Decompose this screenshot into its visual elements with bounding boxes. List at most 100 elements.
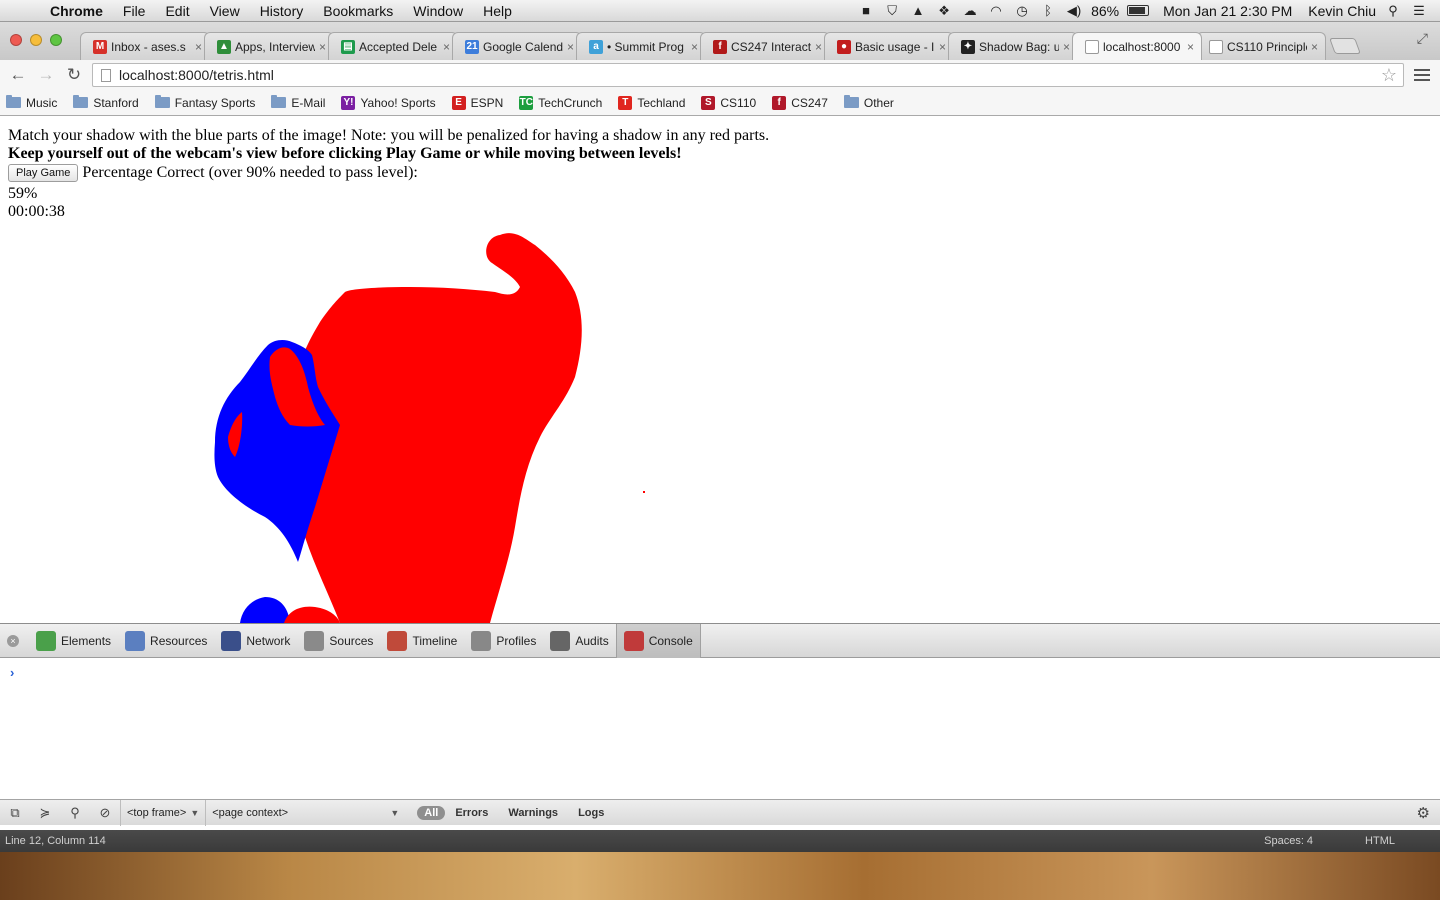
- time-machine-icon[interactable]: ◷: [1013, 3, 1031, 18]
- menu-history[interactable]: History: [250, 3, 314, 19]
- tab-close-icon[interactable]: ×: [319, 40, 326, 54]
- bookmark-item[interactable]: Fantasy Sports: [154, 95, 255, 110]
- address-bar[interactable]: localhost:8000/tetris.html ☆: [92, 63, 1404, 87]
- settings-gear-icon[interactable]: ⚙: [1417, 804, 1430, 822]
- zoom-window-button[interactable]: [50, 34, 62, 46]
- user-name[interactable]: Kevin Chiu: [1308, 3, 1376, 19]
- menu-view[interactable]: View: [200, 3, 250, 19]
- context-selector[interactable]: <page context> ▼: [205, 799, 405, 826]
- back-icon[interactable]: ←: [4, 65, 32, 85]
- indentation-setting[interactable]: Spaces: 4: [1264, 835, 1313, 847]
- frame-selector[interactable]: <top frame> ▼: [120, 799, 205, 826]
- filter-logs[interactable]: Logs: [578, 807, 604, 819]
- tab-close-icon[interactable]: ×: [567, 40, 574, 54]
- bluetooth-icon[interactable]: ᛒ: [1039, 3, 1057, 18]
- tab-label: Apps, Interview: [235, 39, 315, 54]
- clear-console-icon[interactable]: ⊘: [90, 805, 120, 821]
- video-camera-icon[interactable]: ■: [857, 3, 875, 18]
- google-drive-icon[interactable]: ▲: [909, 3, 927, 18]
- page-content: Match your shadow with the blue parts of…: [0, 117, 1440, 623]
- new-tab-button[interactable]: [1329, 38, 1361, 54]
- close-window-button[interactable]: [10, 34, 22, 46]
- reload-icon[interactable]: ↻: [60, 65, 88, 85]
- tab-close-icon[interactable]: ×: [1063, 40, 1070, 54]
- browser-tab[interactable]: localhost:8000 ×: [1072, 32, 1202, 60]
- browser-tab[interactable]: 21 Google Calenda ×: [452, 32, 582, 60]
- bookmark-item[interactable]: E ESPN: [451, 95, 503, 110]
- bookmark-item[interactable]: TC TechCrunch: [519, 95, 602, 110]
- forward-icon[interactable]: →: [32, 65, 60, 85]
- browser-tab[interactable]: ● Basic usage - I ×: [824, 32, 954, 60]
- site-favicon-icon: T: [618, 95, 633, 110]
- tab-close-icon[interactable]: ×: [691, 40, 698, 54]
- browser-tab[interactable]: ▲ Apps, Interview ×: [204, 32, 334, 60]
- notification-center-icon[interactable]: ☰: [1410, 3, 1428, 18]
- play-game-button[interactable]: Play Game: [8, 164, 79, 183]
- minimize-window-button[interactable]: [30, 34, 42, 46]
- spotlight-icon[interactable]: ⚲: [1384, 3, 1402, 18]
- filter-errors[interactable]: Errors: [455, 807, 488, 819]
- devtools-tab-timeline[interactable]: Timeline: [380, 624, 464, 658]
- browser-tab[interactable]: ▤ Accepted Dele ×: [328, 32, 458, 60]
- tab-close-icon[interactable]: ×: [815, 40, 822, 54]
- browser-tab[interactable]: CS110 Principle ×: [1196, 32, 1326, 60]
- devtools-tab-audits[interactable]: Audits: [543, 624, 615, 658]
- browser-tab[interactable]: a • Summit Prog ×: [576, 32, 706, 60]
- fullscreen-icon[interactable]: ⤢: [1417, 30, 1428, 47]
- tab-close-icon[interactable]: ×: [195, 40, 202, 54]
- browser-window: M Inbox - ases.s × ▲ Apps, Interview × ▤ Accept…: [0, 22, 1440, 852]
- page-icon: [1085, 39, 1099, 54]
- devtools-tab-profiles[interactable]: Profiles: [464, 624, 543, 658]
- browser-tab[interactable]: M Inbox - ases.s ×: [80, 32, 210, 60]
- menu-bookmarks[interactable]: Bookmarks: [313, 3, 403, 19]
- html5-icon[interactable]: ⛉: [883, 3, 901, 18]
- devtools-tab-resources[interactable]: Resources: [118, 624, 214, 658]
- battery-percent[interactable]: 86%: [1091, 3, 1119, 19]
- bookmark-item[interactable]: T Techland: [618, 95, 685, 110]
- syntax-language[interactable]: HTML: [1365, 835, 1395, 847]
- console-prompt-icon[interactable]: ›: [10, 665, 14, 680]
- clock[interactable]: Mon Jan 21 2:30 PM: [1163, 3, 1292, 19]
- menu-edit[interactable]: Edit: [155, 3, 199, 19]
- show-drawer-icon[interactable]: ≽: [30, 805, 60, 821]
- console-output[interactable]: ›: [0, 659, 1440, 799]
- filter-all[interactable]: All: [417, 805, 446, 820]
- devtools-tab-console[interactable]: Console: [615, 623, 701, 658]
- dropbox-icon[interactable]: ❖: [935, 3, 953, 18]
- bookmark-star-icon[interactable]: ☆: [1381, 65, 1397, 86]
- wifi-icon[interactable]: ◠: [987, 3, 1005, 18]
- red-region-head: [357, 323, 437, 393]
- menu-app-name[interactable]: Chrome: [40, 3, 113, 19]
- bookmark-item[interactable]: Stanford: [73, 95, 139, 110]
- bookmark-item[interactable]: S CS110: [701, 95, 756, 110]
- devtools-close-icon[interactable]: ×: [7, 634, 19, 647]
- bookmark-item[interactable]: f CS247: [772, 95, 828, 110]
- devtools-tab-sources[interactable]: Sources: [297, 624, 380, 658]
- tab-close-icon[interactable]: ×: [939, 40, 946, 54]
- tab-close-icon[interactable]: ×: [1187, 40, 1194, 54]
- browser-toolbar: ← → ↻ localhost:8000/tetris.html ☆: [0, 60, 1440, 90]
- volume-icon[interactable]: ◀): [1065, 3, 1083, 18]
- menu-window[interactable]: Window: [403, 3, 473, 19]
- calendar-icon: 21: [465, 39, 479, 54]
- browser-tab[interactable]: f CS247 Interacti ×: [700, 32, 830, 60]
- bookmark-item[interactable]: Other: [843, 95, 894, 110]
- menu-file[interactable]: File: [113, 3, 156, 19]
- menu-help[interactable]: Help: [473, 3, 522, 19]
- tab-close-icon[interactable]: ×: [443, 40, 450, 54]
- search-icon[interactable]: ⚲: [60, 805, 90, 821]
- bookmark-item[interactable]: Music: [6, 95, 57, 110]
- battery-icon[interactable]: [1127, 5, 1150, 16]
- chrome-menu-icon[interactable]: [1414, 66, 1430, 82]
- bookmark-item[interactable]: Y! Yahoo! Sports: [341, 95, 436, 110]
- devtools-tab-network[interactable]: Network: [214, 624, 297, 658]
- tab-close-icon[interactable]: ×: [1311, 40, 1318, 54]
- url-text[interactable]: localhost:8000/tetris.html: [119, 67, 274, 83]
- browser-tab[interactable]: ✦ Shadow Bag: u ×: [948, 32, 1078, 60]
- devtools-tab-elements[interactable]: Elements: [29, 624, 118, 658]
- filter-warnings[interactable]: Warnings: [508, 807, 558, 819]
- bookmark-item[interactable]: E-Mail: [271, 95, 325, 110]
- cloud-icon[interactable]: ☁: [961, 3, 979, 18]
- dock-toggle-icon[interactable]: ⧉: [0, 805, 30, 821]
- resources-icon: [125, 630, 146, 651]
